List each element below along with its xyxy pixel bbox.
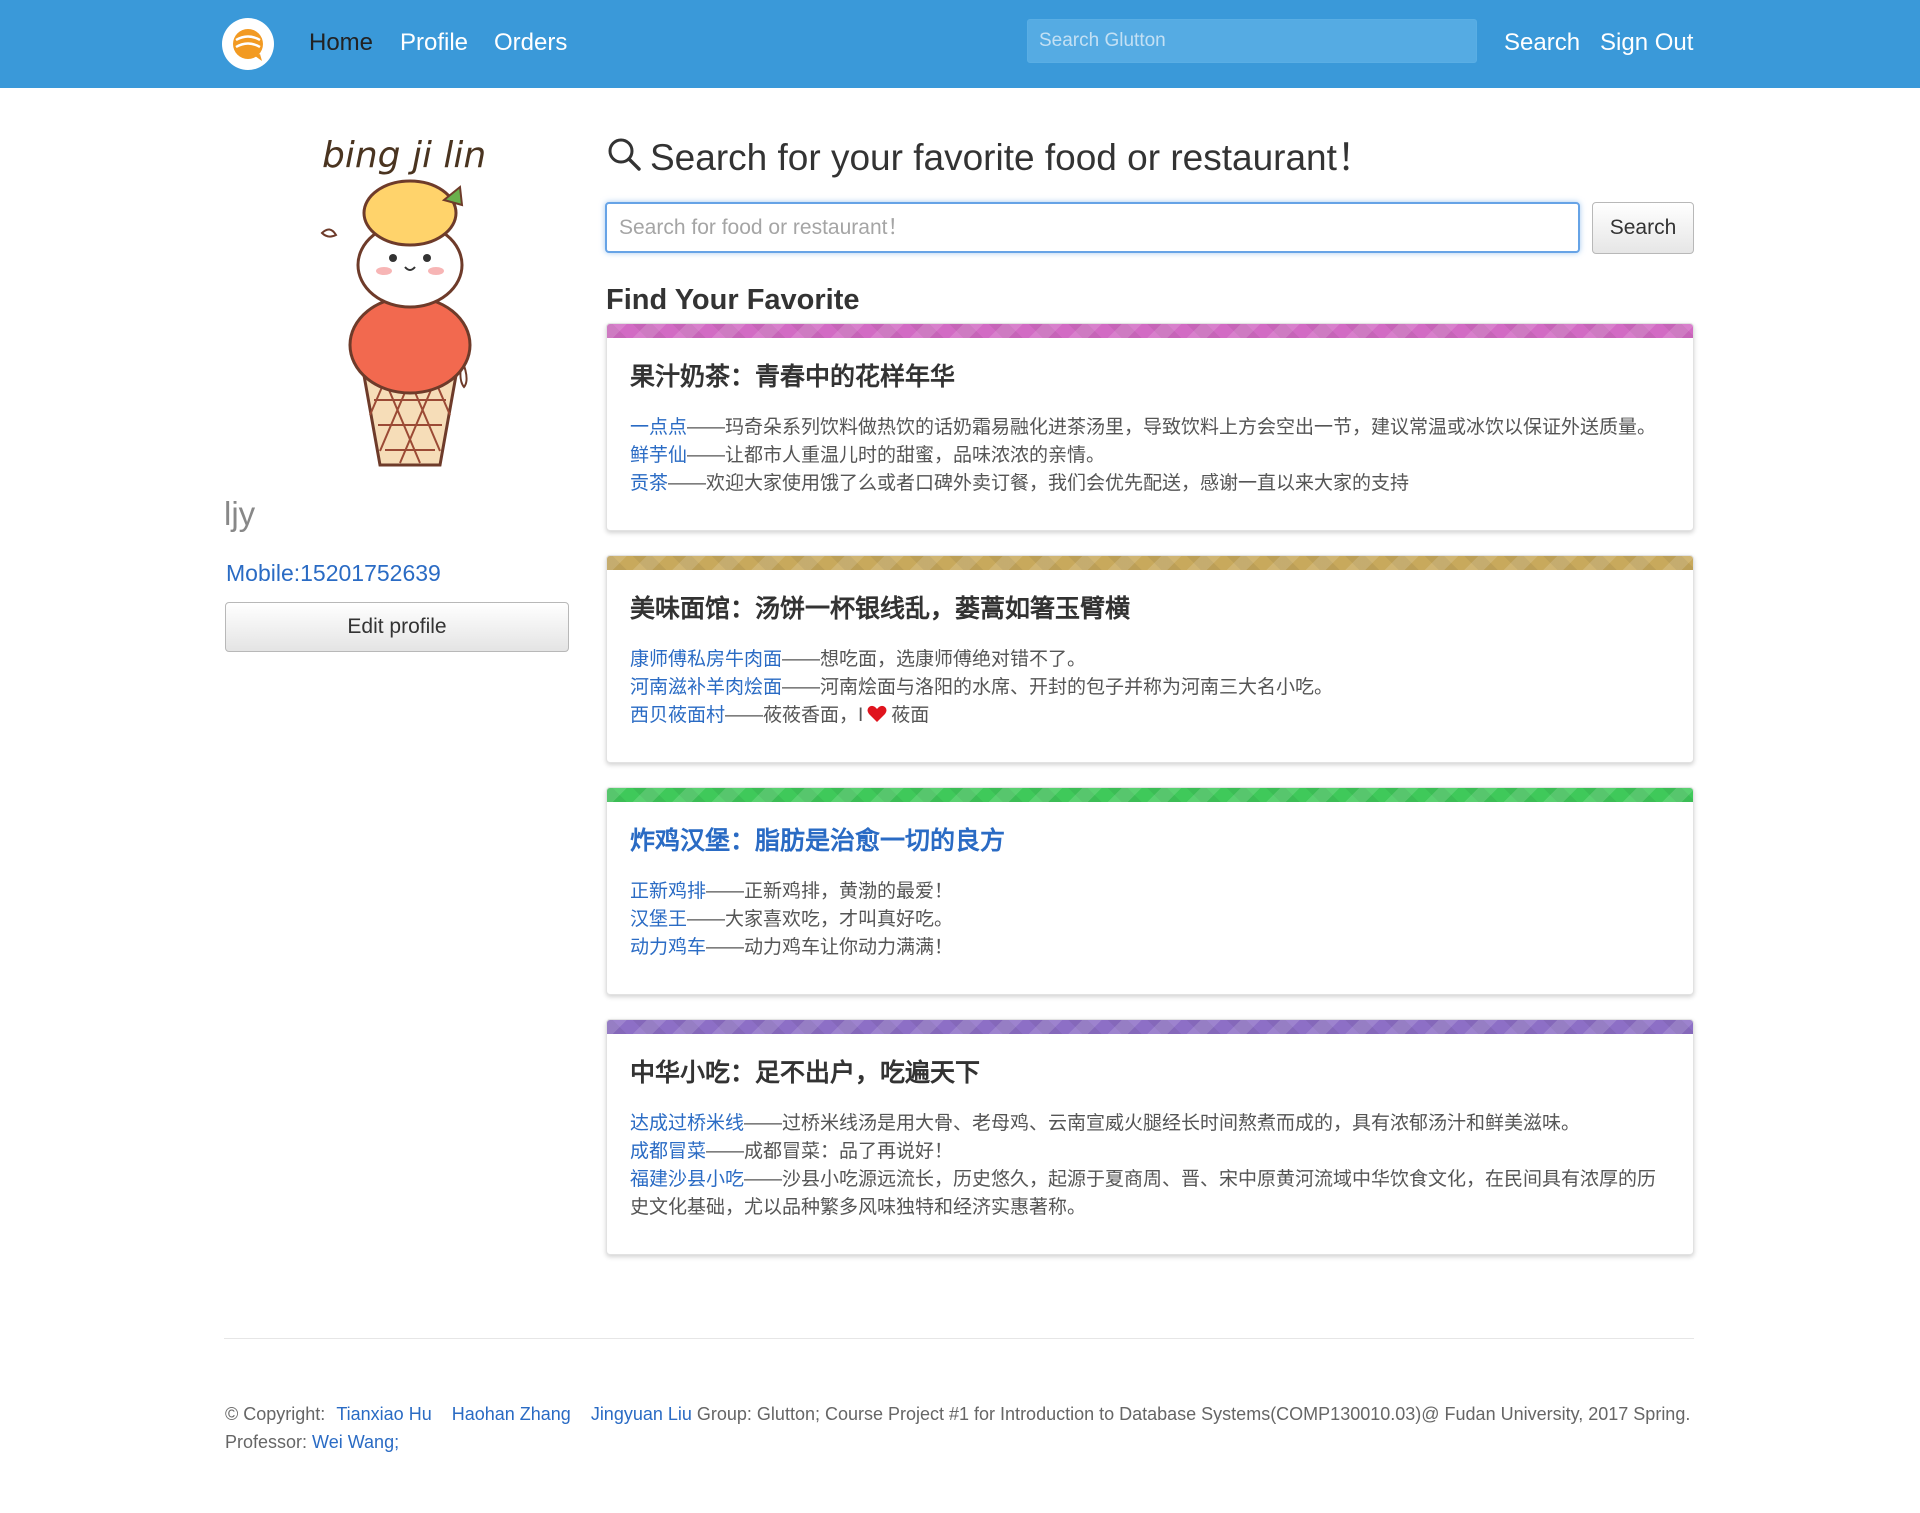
- shop-description: ——沙县小吃源远流长，历史悠久，起源于夏商周、晋、宋中原黄河流域中华饮食文化，在…: [630, 1169, 1657, 1218]
- food-search-input[interactable]: [605, 202, 1580, 253]
- profile-username: ljy: [224, 495, 256, 532]
- card-stripe: [607, 788, 1693, 802]
- shop-link[interactable]: 正新鸡排: [630, 881, 706, 902]
- heart-icon: [867, 705, 887, 722]
- category-card: 炸鸡汉堡：脂肪是治愈一切的良方 正新鸡排——正新鸡排，黄渤的最爱！ 汉堡王——大…: [606, 787, 1694, 995]
- shop-description: ——成都冒菜：品了再说好！: [706, 1141, 954, 1162]
- shop-link[interactable]: 西贝莜面村: [630, 705, 725, 726]
- card-stripe: [607, 556, 1693, 570]
- list-item: 动力鸡车——动力鸡车让你动力满满！: [630, 934, 1670, 962]
- shop-link[interactable]: 汉堡王: [630, 909, 687, 930]
- author-link[interactable]: Haohan Zhang: [452, 1404, 571, 1424]
- category-card: 美味面馆：汤饼一杯银线乱，蒌蒿如箸玉臂横 康师傅私房牛肉面——想吃面，选康师傅绝…: [606, 555, 1694, 763]
- card-stripe: [607, 324, 1693, 338]
- list-item: 福建沙县小吃——沙县小吃源远流长，历史悠久，起源于夏商周、晋、宋中原黄河流域中华…: [630, 1166, 1670, 1222]
- shop-description: ——玛奇朵系列饮料做热饮的话奶霜易融化进茶汤里，导致饮料上方会空出一节，建议常温…: [687, 417, 1657, 438]
- footer: © Copyright: Tianxiao Hu Haohan Zhang Jing…: [225, 1400, 1695, 1456]
- list-item: 鲜芋仙——让都市人重温儿时的甜蜜，品味浓浓的亲情。: [630, 442, 1670, 470]
- shop-link[interactable]: 达成过桥米线: [630, 1113, 744, 1134]
- shop-link[interactable]: 成都冒菜: [630, 1141, 706, 1162]
- category-card: 中华小吃：足不出户，吃遍天下 达成过桥米线——过桥米线汤是用大骨、老母鸡、云南宣…: [606, 1019, 1694, 1255]
- shop-link[interactable]: 福建沙县小吃: [630, 1169, 744, 1190]
- search-heading-text: Search for your favorite food or restaur…: [650, 137, 1374, 178]
- copyright-label: © Copyright:: [225, 1404, 326, 1424]
- nav-search-button[interactable]: Search: [1504, 26, 1580, 60]
- avatar: bing ji lin: [310, 125, 510, 475]
- list-item: 汉堡王——大家喜欢吃，才叫真好吃。: [630, 906, 1670, 934]
- list-item: 成都冒菜——成都冒菜：品了再说好！: [630, 1138, 1670, 1166]
- list-item: 正新鸡排——正新鸡排，黄渤的最爱！: [630, 878, 1670, 906]
- nav-orders-link[interactable]: Orders: [494, 26, 567, 60]
- search-heading: Search for your favorite food or restaur…: [606, 130, 1374, 178]
- shop-description: ——想吃面，选康师傅绝对错不了。: [782, 649, 1087, 670]
- shop-link[interactable]: 康师傅私房牛肉面: [630, 649, 782, 670]
- course-text: Group: Glutton; Course Project #1 for In…: [696, 1404, 1691, 1424]
- shop-description: ——动力鸡车让你动力满满！: [706, 937, 954, 958]
- shop-description: ——正新鸡排，黄渤的最爱！: [706, 881, 954, 902]
- nav-profile-link[interactable]: Profile: [400, 26, 468, 60]
- sign-out-link[interactable]: Sign Out: [1600, 26, 1693, 60]
- shop-link[interactable]: 动力鸡车: [630, 937, 706, 958]
- list-item: 达成过桥米线——过桥米线汤是用大骨、老母鸡、云南宣威火腿经长时间熬煮而成的，具有…: [630, 1110, 1670, 1138]
- author-link[interactable]: Jingyuan Liu: [591, 1404, 692, 1424]
- category-card: 果汁奶茶：青春中的花样年华 一点点——玛奇朵系列饮料做热饮的话奶霜易融化进茶汤里…: [606, 323, 1694, 531]
- author-link[interactable]: Tianxiao Hu: [336, 1404, 431, 1424]
- card-title[interactable]: 炸鸡汉堡：脂肪是治愈一切的良方: [630, 824, 1670, 858]
- professor-label: Professor:: [225, 1432, 308, 1452]
- shop-description: ——过桥米线汤是用大骨、老母鸡、云南宣威火腿经长时间熬煮而成的，具有浓郁汤汁和鲜…: [744, 1113, 1581, 1134]
- professor-link[interactable]: Wei Wang;: [312, 1432, 399, 1452]
- shop-description: ——欢迎大家使用饿了么或者口碑外卖订餐，我们会优先配送，感谢一直以来大家的支持: [668, 473, 1410, 494]
- nav-search-input[interactable]: [1027, 19, 1477, 63]
- svg-text:bing ji lin: bing ji lin: [322, 135, 486, 176]
- shop-description: ——大家喜欢吃，才叫真好吃。: [687, 909, 954, 930]
- list-item: 河南滋补羊肉烩面——河南烩面与洛阳的水席、开封的包子并称为河南三大名小吃。: [630, 674, 1670, 702]
- footer-divider: [224, 1338, 1694, 1339]
- list-item: 贡茶——欢迎大家使用饿了么或者口碑外卖订餐，我们会优先配送，感谢一直以来大家的支…: [630, 470, 1670, 498]
- shop-description: ——让都市人重温儿时的甜蜜，品味浓浓的亲情。: [687, 445, 1106, 466]
- shop-link[interactable]: 一点点: [630, 417, 687, 438]
- shop-description: ——河南烩面与洛阳的水席、开封的包子并称为河南三大名小吃。: [782, 677, 1334, 698]
- card-title[interactable]: 中华小吃：足不出户，吃遍天下: [630, 1056, 1670, 1090]
- section-title: Find Your Favorite: [606, 284, 860, 316]
- list-item: 康师傅私房牛肉面——想吃面，选康师傅绝对错不了。: [630, 646, 1670, 674]
- card-title[interactable]: 果汁奶茶：青春中的花样年华: [630, 360, 1670, 394]
- nav-home-link[interactable]: Home: [309, 26, 373, 60]
- shop-link[interactable]: 鲜芋仙: [630, 445, 687, 466]
- shop-description-suffix: 莜面: [891, 705, 930, 726]
- shop-link[interactable]: 河南滋补羊肉烩面: [630, 677, 782, 698]
- food-search-button[interactable]: Search: [1592, 202, 1694, 254]
- navbar: Home Profile Orders Search Sign Out: [0, 0, 1920, 88]
- profile-mobile: Mobile:15201752639: [226, 560, 441, 586]
- search-icon: [608, 138, 641, 171]
- glutton-logo-icon[interactable]: [222, 18, 274, 70]
- list-item: 一点点——玛奇朵系列饮料做热饮的话奶霜易融化进茶汤里，导致饮料上方会空出一节，建…: [630, 414, 1670, 442]
- list-item: 西贝莜面村——莜莜香面，I 莜面: [630, 702, 1670, 730]
- card-stripe: [607, 1020, 1693, 1034]
- edit-profile-button[interactable]: Edit profile: [225, 602, 569, 652]
- card-title[interactable]: 美味面馆：汤饼一杯银线乱，蒌蒿如箸玉臂横: [630, 592, 1670, 626]
- shop-description: ——莜莜香面，I: [725, 705, 864, 726]
- shop-link[interactable]: 贡茶: [630, 473, 668, 494]
